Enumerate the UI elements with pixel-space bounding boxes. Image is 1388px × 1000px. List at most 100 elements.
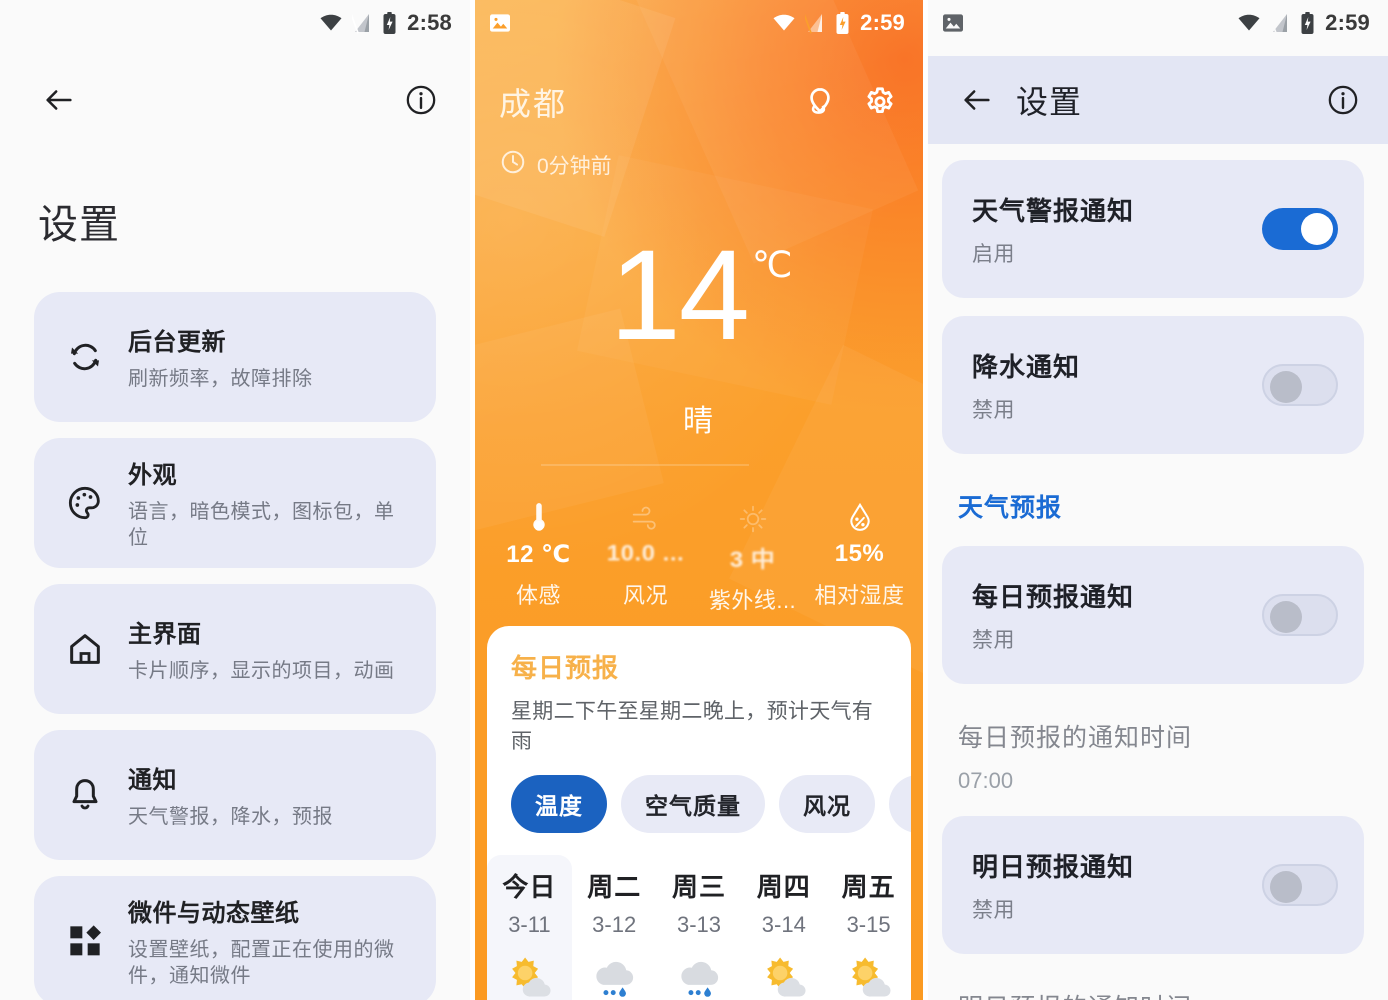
divider bbox=[541, 464, 749, 466]
settings-item-title: 主界面 bbox=[128, 621, 202, 648]
forecast-day-date: 3-14 bbox=[761, 912, 806, 937]
forecast-day[interactable]: 周二 3-12 bbox=[572, 855, 657, 1000]
forecast-day-list: 今日 3-11 周二 3-12 周三 3-13 周四 3-14 周五 3-15 bbox=[487, 855, 911, 1000]
screenshot-root: 2:58 设置 后台更新 刷新频率，故障排除 外观 语言，暗色模式，图标包，单位… bbox=[0, 0, 1388, 1000]
tab-temperature[interactable]: 温度 bbox=[511, 775, 607, 833]
toggle-weather-alert[interactable] bbox=[1262, 208, 1338, 250]
widgets-icon bbox=[58, 914, 112, 968]
row-state: 禁用 bbox=[972, 898, 1015, 922]
weather-condition: 晴 bbox=[683, 405, 715, 438]
settings-item-widgets[interactable]: 微件与动态壁纸 设置壁纸，配置正在使用的微件，通知微件 bbox=[34, 876, 436, 1000]
tab-wind[interactable]: 风况 bbox=[779, 775, 875, 833]
forecast-day-name: 周三 bbox=[671, 872, 726, 902]
row-tomorrow-forecast-time[interactable]: 明日预报的通知时间 21:00 bbox=[942, 972, 1364, 1000]
metric-value: 10.0 ... bbox=[606, 541, 685, 567]
daily-forecast-summary: 星期二下午至星期二晚上，预计天气有雨 bbox=[511, 700, 874, 753]
row-title: 每日预报的通知时间 bbox=[958, 724, 1193, 752]
home-icon bbox=[58, 622, 112, 676]
forecast-day-date: 3-15 bbox=[846, 912, 891, 937]
metric-uv-index[interactable]: 3 中 紫外线... bbox=[699, 500, 806, 615]
row-state: 禁用 bbox=[972, 398, 1015, 422]
toggle-knob bbox=[1270, 871, 1302, 903]
toggle-tomorrow-forecast[interactable] bbox=[1262, 864, 1338, 906]
row-title: 天气警报通知 bbox=[972, 195, 1135, 226]
settings-item-main-screen[interactable]: 主界面 卡片顺序，显示的项目，动画 bbox=[34, 584, 436, 714]
battery-charging-icon bbox=[834, 11, 851, 35]
signal-off-icon bbox=[803, 11, 825, 35]
status-bar-time: 2:59 bbox=[860, 10, 905, 35]
forecast-day-name: 周四 bbox=[756, 872, 811, 902]
forecast-day-name: 周二 bbox=[587, 872, 642, 902]
back-arrow-icon[interactable] bbox=[36, 77, 82, 123]
signal-off-icon bbox=[350, 11, 372, 35]
humidity-drop-icon bbox=[806, 500, 913, 538]
forecast-tabs: 温度 空气质量 风况 紫外线指 bbox=[487, 755, 911, 833]
toggle-daily-forecast[interactable] bbox=[1262, 594, 1338, 636]
thermometer-icon bbox=[485, 500, 592, 538]
forecast-day[interactable]: 周三 3-13 bbox=[657, 855, 742, 1000]
forecast-day-date: 3-12 bbox=[592, 912, 637, 937]
settings-list: 后台更新 刷新频率，故障排除 外观 语言，暗色模式，图标包，单位 主界面 卡片顺… bbox=[34, 292, 436, 1000]
toggle-knob bbox=[1301, 213, 1333, 245]
section-header-weather-forecast: 天气预报 bbox=[958, 494, 1063, 522]
row-state: 启用 bbox=[972, 242, 1015, 266]
city-name[interactable]: 成都 bbox=[499, 79, 567, 125]
settings-item-subtitle: 天气警报，降水，预报 bbox=[128, 806, 333, 828]
screen-settings: 2:58 设置 后台更新 刷新频率，故障排除 外观 语言，暗色模式，图标包，单位… bbox=[0, 0, 470, 1000]
toggle-knob bbox=[1270, 601, 1302, 633]
metric-wind[interactable]: 10.0 ... 风况 bbox=[592, 500, 699, 615]
status-bar-weather: 2:59 bbox=[475, 0, 923, 46]
daily-forecast-title: 每日预报 bbox=[511, 653, 620, 683]
back-arrow-icon[interactable] bbox=[954, 77, 1000, 123]
settings-item-subtitle: 卡片顺序，显示的项目，动画 bbox=[128, 660, 395, 682]
metric-feels-like[interactable]: 12 ℃ 体感 bbox=[485, 500, 592, 615]
row-weather-alert-notification[interactable]: 天气警报通知 启用 bbox=[942, 160, 1364, 298]
wind-icon bbox=[592, 500, 699, 538]
row-daily-forecast-notification[interactable]: 每日预报通知 禁用 bbox=[942, 546, 1364, 684]
weather-app-bar: 成都 bbox=[475, 66, 923, 138]
last-updated-text: 0分钟前 bbox=[537, 155, 612, 178]
metric-label: 风况 bbox=[622, 583, 668, 608]
toggle-precipitation[interactable] bbox=[1262, 364, 1338, 406]
settings-item-title: 微件与动态壁纸 bbox=[128, 900, 300, 927]
tab-uv-index[interactable]: 紫外线指 bbox=[889, 775, 911, 833]
signal-off-icon bbox=[1268, 11, 1290, 35]
tab-air-quality[interactable]: 空气质量 bbox=[621, 775, 765, 833]
page-title: 设置 bbox=[38, 203, 120, 247]
battery-charging-icon bbox=[1299, 11, 1316, 35]
battery-charging-icon bbox=[381, 11, 398, 35]
metric-label: 相对湿度 bbox=[814, 583, 905, 608]
settings-item-background-update[interactable]: 后台更新 刷新频率，故障排除 bbox=[34, 292, 436, 422]
wifi-icon bbox=[1237, 11, 1261, 35]
temperature-unit: ℃ bbox=[751, 244, 793, 285]
info-circle-icon[interactable] bbox=[1320, 77, 1366, 123]
row-daily-forecast-time[interactable]: 每日预报的通知时间 07:00 bbox=[942, 702, 1364, 816]
row-precipitation-notification[interactable]: 降水通知 禁用 bbox=[942, 316, 1364, 454]
row-tomorrow-forecast-notification[interactable]: 明日预报通知 禁用 bbox=[942, 816, 1364, 954]
bell-icon bbox=[58, 768, 112, 822]
forecast-day-date: 3-11 bbox=[508, 912, 551, 937]
current-temperature: 14 ℃ bbox=[475, 232, 923, 360]
forecast-day-name: 周五 bbox=[841, 872, 896, 902]
row-title: 明日预报的通知时间 bbox=[958, 988, 1364, 1000]
last-updated: 0分钟前 bbox=[499, 148, 612, 182]
location-pin-icon[interactable] bbox=[797, 79, 843, 125]
settings-item-subtitle: 设置壁纸，配置正在使用的微件，通知微件 bbox=[128, 939, 395, 987]
settings-item-appearance[interactable]: 外观 语言，暗色模式，图标包，单位 bbox=[34, 438, 436, 568]
cloud-rain-icon bbox=[572, 952, 657, 1000]
clock-icon bbox=[499, 148, 527, 182]
forecast-day[interactable]: 周四 3-14 bbox=[741, 855, 826, 1000]
forecast-day[interactable]: 周五 3-15 bbox=[826, 855, 911, 1000]
temperature-value: 14 bbox=[609, 224, 750, 367]
info-circle-icon[interactable] bbox=[398, 77, 444, 123]
metric-value: 12 ℃ bbox=[506, 541, 571, 568]
weather-metrics: 12 ℃ 体感 10.0 ... 风况 3 中 紫外线... 15% 相对湿度 bbox=[475, 500, 923, 615]
sun-behind-cloud-icon bbox=[826, 952, 911, 1000]
forecast-day[interactable]: 今日 3-11 bbox=[487, 855, 572, 1000]
metric-humidity[interactable]: 15% 相对湿度 bbox=[806, 500, 913, 615]
notification-settings-list: 天气警报通知 启用 降水通知 禁用 天气预报 每日预报通知 禁用 每日预报的通知… bbox=[942, 160, 1364, 1000]
gear-icon[interactable] bbox=[857, 79, 903, 125]
settings-item-notifications[interactable]: 通知 天气警报，降水，预报 bbox=[34, 730, 436, 860]
status-bar-settings: 2:58 bbox=[0, 0, 470, 46]
refresh-sync-icon bbox=[58, 330, 112, 384]
